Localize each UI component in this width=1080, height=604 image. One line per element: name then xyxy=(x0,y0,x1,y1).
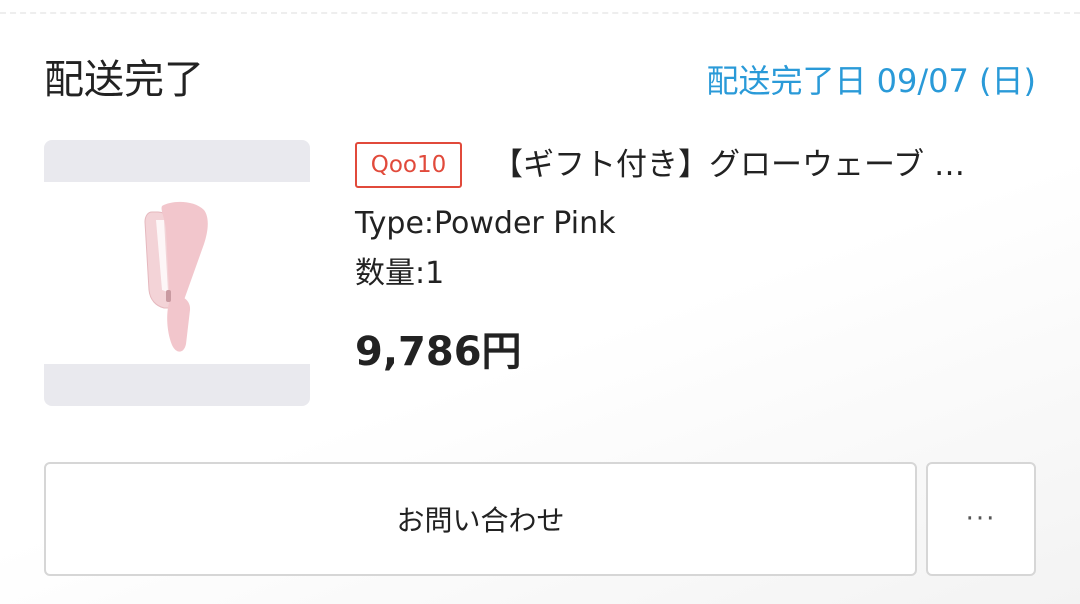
product-price: 9,786円 xyxy=(355,329,522,375)
shop-badge: Qoo10 xyxy=(355,142,462,188)
delivered-date-link[interactable]: 配送完了日 09/07 (日) xyxy=(706,58,1036,104)
product-quantity: 数量:1 xyxy=(355,256,445,291)
product-name[interactable]: 【ギフト付き】グローウェーブ … xyxy=(492,142,1022,188)
product-type: Type:Powder Pink xyxy=(355,206,616,241)
inquiry-button[interactable]: お問い合わせ xyxy=(44,462,917,576)
order-status-title: 配送完了 xyxy=(44,57,204,103)
order-card: 配送完了 配送完了日 09/07 (日) Qoo10 【ギフト付き】グローウェー… xyxy=(0,0,1080,604)
more-options-button[interactable]: ··· xyxy=(926,462,1036,576)
hair-iron-icon xyxy=(144,201,208,352)
product-thumbnail[interactable] xyxy=(44,140,310,406)
top-divider xyxy=(0,12,1080,14)
